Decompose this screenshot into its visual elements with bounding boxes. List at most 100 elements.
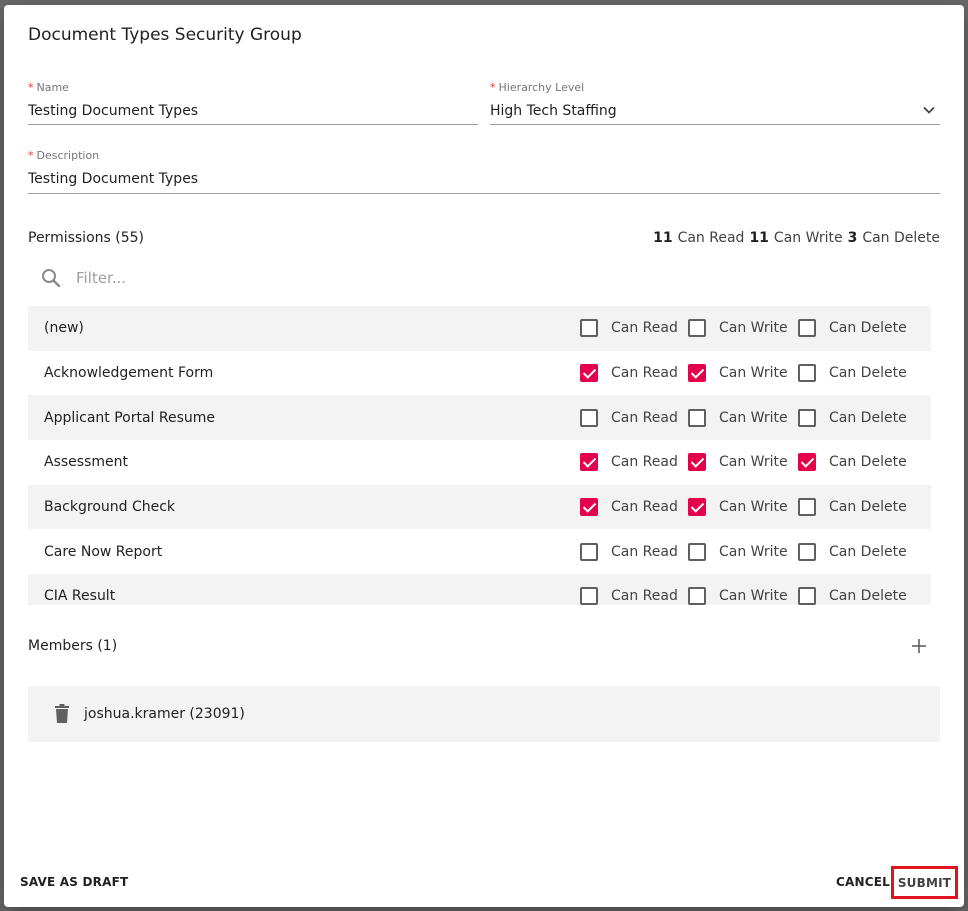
- can-delete-option[interactable]: Can Delete: [798, 498, 907, 517]
- can-write-label: Can Write: [719, 454, 788, 471]
- name-label: * Name: [28, 81, 69, 94]
- can-read-checkbox[interactable]: [580, 542, 598, 561]
- can-write-checkbox[interactable]: [688, 364, 706, 383]
- filter-input[interactable]: [76, 269, 376, 287]
- can-read-option[interactable]: Can Read: [580, 587, 678, 605]
- can-read-label: Can Read: [611, 365, 678, 382]
- permissions-summary: 11 Can Read 11 Can Write 3 Can Delete: [653, 230, 940, 246]
- can-read-checkbox[interactable]: [580, 364, 598, 383]
- can-delete-label: Can Delete: [829, 365, 907, 382]
- permission-row: Care Now Report Can Read Can Write Can Dele…: [28, 529, 931, 574]
- hierarchy-level-select[interactable]: * Hierarchy Level High Tech Staffing: [490, 81, 940, 125]
- can-delete-label: Can Delete: [829, 543, 907, 560]
- permission-name: Assessment: [44, 454, 128, 471]
- can-write-option[interactable]: Can Write: [688, 542, 788, 561]
- can-write-checkbox[interactable]: [688, 453, 706, 472]
- permissions-filter[interactable]: [40, 263, 440, 293]
- can-write-option[interactable]: Can Write: [688, 587, 788, 605]
- can-read-option[interactable]: Can Read: [580, 319, 678, 338]
- can-read-option[interactable]: Can Read: [580, 453, 678, 472]
- permission-row: Background Check Can Read Can Write Can Del…: [28, 484, 931, 530]
- can-delete-label: Can Delete: [829, 320, 907, 337]
- permissions-title: Permissions (55): [28, 230, 144, 246]
- can-write-option[interactable]: Can Write: [688, 408, 788, 427]
- can-write-option[interactable]: Can Write: [688, 319, 788, 338]
- permission-row: Applicant Portal Resume Can Read Can Write…: [28, 395, 931, 441]
- can-read-label: Can Read: [611, 320, 678, 337]
- security-group-dialog: Document Types Security Group * Name Test…: [4, 5, 964, 907]
- can-write-label: Can Write: [719, 588, 788, 605]
- can-read-option[interactable]: Can Read: [580, 542, 678, 561]
- plus-icon[interactable]: [910, 637, 928, 655]
- can-delete-checkbox[interactable]: [798, 542, 816, 561]
- can-read-option[interactable]: Can Read: [580, 408, 678, 427]
- description-label: * Description: [28, 149, 100, 162]
- permission-name: (new): [44, 320, 84, 337]
- chevron-down-icon[interactable]: [922, 103, 936, 117]
- hierarchy-label: * Hierarchy Level: [490, 81, 585, 94]
- can-write-label: Can Write: [719, 320, 788, 337]
- can-write-checkbox[interactable]: [688, 587, 706, 605]
- can-read-label: Can Read: [611, 454, 678, 471]
- permission-name: Applicant Portal Resume: [44, 409, 216, 426]
- permission-row: CIA Result Can Read Can Write Can Delete: [28, 574, 931, 605]
- can-delete-option[interactable]: Can Delete: [798, 542, 907, 561]
- can-read-checkbox[interactable]: [580, 453, 598, 472]
- can-delete-label: Can Delete: [829, 588, 907, 605]
- can-read-checkbox[interactable]: [580, 498, 598, 517]
- can-delete-option[interactable]: Can Delete: [798, 408, 907, 427]
- can-write-checkbox[interactable]: [688, 408, 706, 427]
- member-name: joshua.kramer (23091): [84, 706, 245, 722]
- can-delete-option[interactable]: Can Delete: [798, 319, 907, 338]
- can-write-label: Can Write: [719, 543, 788, 560]
- save-as-draft-button[interactable]: SAVE AS DRAFT: [20, 875, 128, 889]
- can-read-option[interactable]: Can Read: [580, 498, 678, 517]
- dialog-title: Document Types Security Group: [28, 25, 302, 45]
- can-write-label: Can Write: [719, 409, 788, 426]
- can-delete-checkbox[interactable]: [798, 587, 816, 605]
- can-write-option[interactable]: Can Write: [688, 453, 788, 472]
- can-delete-checkbox[interactable]: [798, 319, 816, 338]
- description-value[interactable]: Testing Document Types: [28, 171, 198, 187]
- can-delete-option[interactable]: Can Delete: [798, 453, 907, 472]
- can-read-label: Can Read: [611, 409, 678, 426]
- can-delete-label: Can Delete: [829, 409, 907, 426]
- cancel-button[interactable]: CANCEL: [836, 875, 890, 889]
- permission-row: (new) Can Read Can Write Can Delete: [28, 306, 931, 351]
- permission-row: Assessment Can Read Can Write Can Delete: [28, 440, 931, 485]
- can-read-option[interactable]: Can Read: [580, 364, 678, 383]
- can-delete-option[interactable]: Can Delete: [798, 587, 907, 605]
- can-read-label: Can Read: [611, 499, 678, 516]
- can-delete-label: Can Delete: [829, 454, 907, 471]
- permission-name: Background Check: [44, 499, 176, 516]
- can-delete-checkbox[interactable]: [798, 498, 816, 517]
- trash-icon[interactable]: [54, 704, 70, 724]
- permission-name: Care Now Report: [44, 543, 163, 560]
- can-delete-option[interactable]: Can Delete: [798, 364, 907, 383]
- name-field[interactable]: * Name Testing Document Types: [28, 81, 478, 125]
- can-read-label: Can Read: [611, 588, 678, 605]
- search-icon: [42, 269, 61, 288]
- submit-button[interactable]: SUBMIT: [891, 866, 958, 899]
- can-write-checkbox[interactable]: [688, 542, 706, 561]
- name-value[interactable]: Testing Document Types: [28, 103, 198, 119]
- can-delete-checkbox[interactable]: [798, 453, 816, 472]
- permission-name: CIA Result: [44, 588, 116, 605]
- hierarchy-value[interactable]: High Tech Staffing: [490, 103, 617, 119]
- can-write-option[interactable]: Can Write: [688, 364, 788, 383]
- can-write-checkbox[interactable]: [688, 498, 706, 517]
- members-title: Members (1): [28, 638, 118, 654]
- permission-name: Acknowledgement Form: [44, 365, 214, 382]
- permissions-list[interactable]: (new) Can Read Can Write Can Delete Acknowle…: [28, 306, 931, 605]
- can-write-label: Can Write: [719, 365, 788, 382]
- description-field[interactable]: * Description Testing Document Types: [28, 149, 940, 194]
- can-write-checkbox[interactable]: [688, 319, 706, 338]
- can-delete-label: Can Delete: [829, 499, 907, 516]
- can-read-checkbox[interactable]: [580, 408, 598, 427]
- can-delete-checkbox[interactable]: [798, 408, 816, 427]
- can-read-checkbox[interactable]: [580, 319, 598, 338]
- can-write-option[interactable]: Can Write: [688, 498, 788, 517]
- can-delete-checkbox[interactable]: [798, 364, 816, 383]
- can-write-label: Can Write: [719, 499, 788, 516]
- can-read-checkbox[interactable]: [580, 587, 598, 605]
